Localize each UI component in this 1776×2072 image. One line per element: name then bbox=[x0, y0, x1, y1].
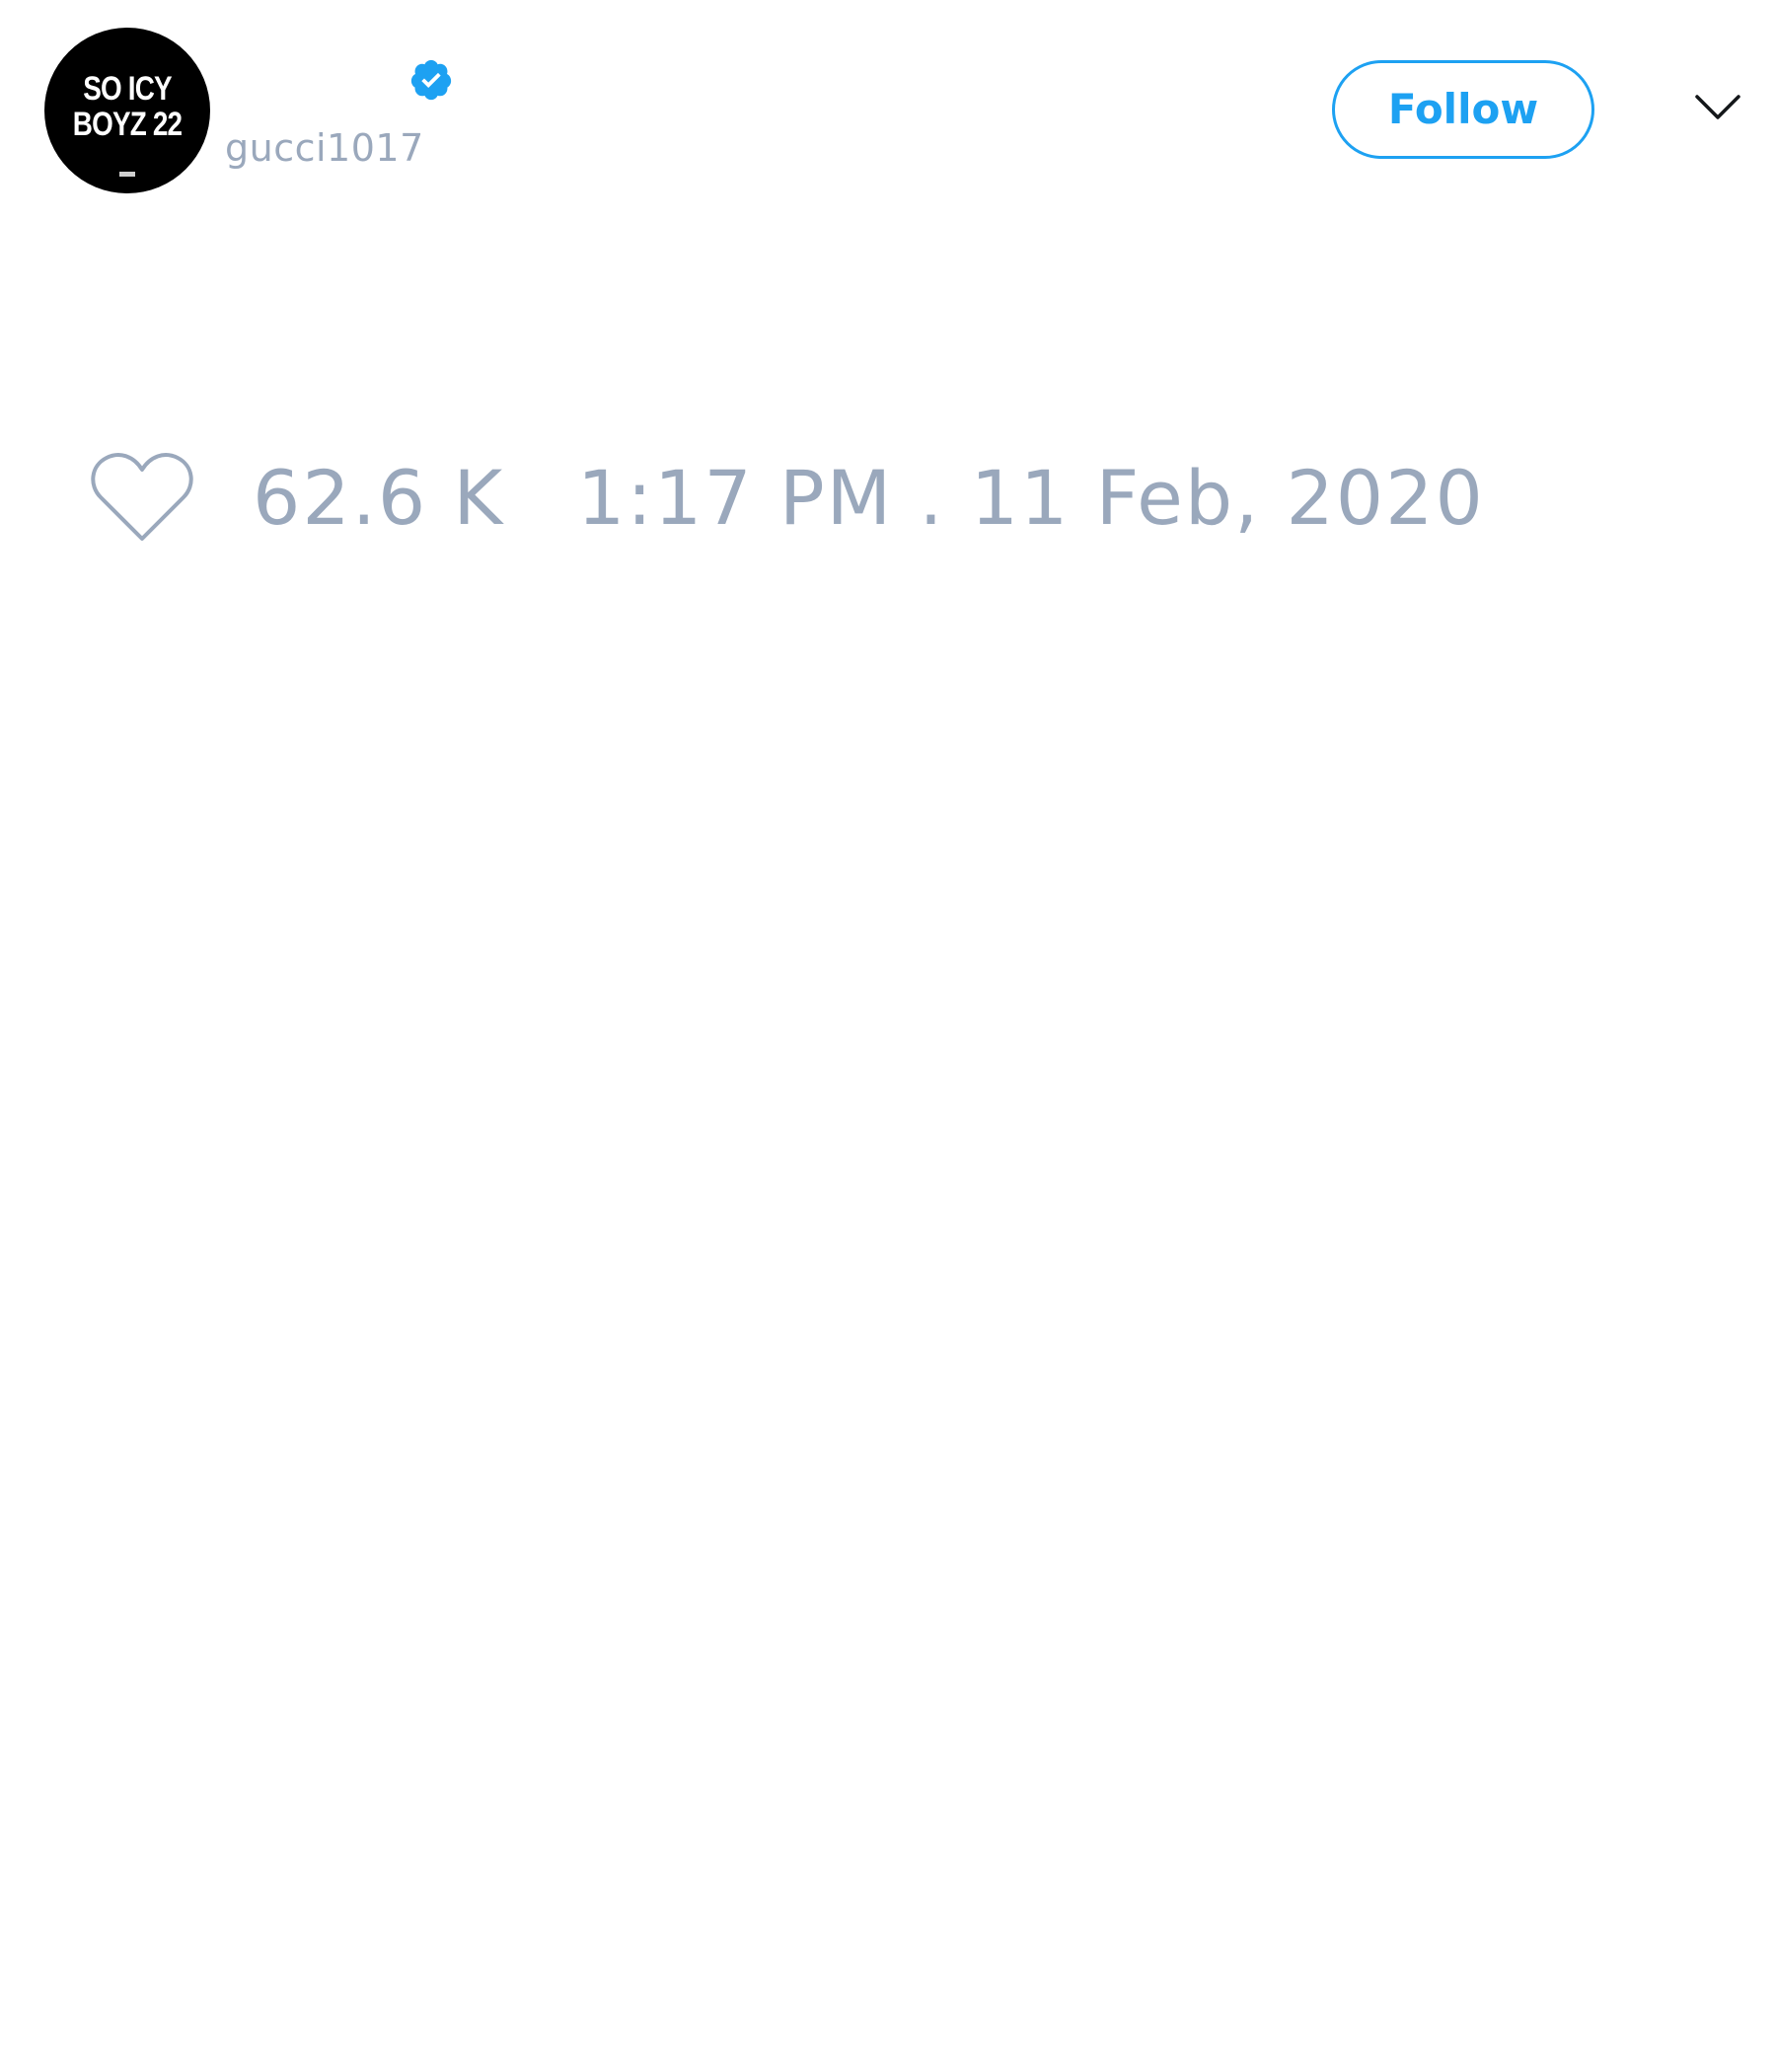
follow-button[interactable]: Follow bbox=[1332, 60, 1594, 159]
avatar-mark bbox=[119, 172, 135, 177]
avatar-logo-text: SO ICY BOYZ 22 bbox=[72, 70, 183, 143]
tweet-header: SO ICY BOYZ 22 gucci1017 Follow bbox=[0, 0, 1776, 227]
verified-badge-icon bbox=[410, 59, 452, 101]
engagement-row: 62.6 K 1:17 PM . 11 Feb, 2020 bbox=[0, 434, 1776, 553]
timestamp[interactable]: 1:17 PM . 11 Feb, 2020 bbox=[577, 454, 1485, 543]
like-count: 62.6 K bbox=[253, 454, 505, 542]
chevron-down-icon[interactable] bbox=[1694, 92, 1741, 123]
heart-icon[interactable] bbox=[87, 448, 197, 547]
tweet-embed: SO ICY BOYZ 22 gucci1017 Follow 62.6 K 1:… bbox=[0, 0, 1776, 2072]
author-handle[interactable]: gucci1017 bbox=[225, 126, 424, 170]
avatar[interactable]: SO ICY BOYZ 22 bbox=[44, 28, 210, 193]
author-name-row[interactable] bbox=[225, 39, 521, 101]
